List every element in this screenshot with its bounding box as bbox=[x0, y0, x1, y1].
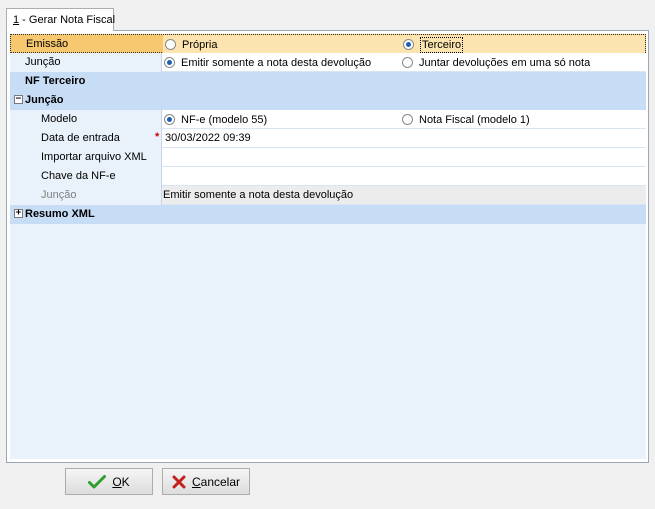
chave-nfe-label: Chave da NF-e bbox=[41, 170, 116, 182]
category-resumo-xml[interactable]: + Resumo XML bbox=[10, 205, 646, 224]
modelo-option-nfe[interactable]: NF-e (modelo 55) bbox=[164, 110, 267, 129]
collapse-icon[interactable]: − bbox=[14, 95, 23, 104]
category-nf-terceiro: NF Terceiro bbox=[10, 72, 646, 91]
tab-label: - Gerar Nota Fiscal bbox=[19, 14, 116, 26]
row-chave-nfe[interactable]: Chave da NF-e bbox=[10, 167, 646, 186]
importar-xml-field[interactable] bbox=[162, 148, 646, 167]
emissao-option-terceiro-label: Terceiro bbox=[420, 36, 464, 53]
radio-checked-icon bbox=[403, 39, 414, 50]
radio-checked-icon bbox=[164, 114, 175, 125]
radio-checked-icon bbox=[164, 57, 175, 68]
cancel-button-label: Cancelar bbox=[192, 475, 240, 489]
ok-label-rest: K bbox=[121, 474, 130, 489]
ok-mnemonic: O bbox=[112, 474, 122, 489]
juncao-readonly-label: Junção bbox=[41, 189, 77, 201]
row-importar-xml[interactable]: Importar arquivo XML bbox=[10, 148, 646, 167]
row-emissao[interactable]: Emissão Própria Terceiro bbox=[10, 34, 646, 54]
ok-button-label: OK bbox=[112, 475, 129, 489]
radio-unchecked-icon bbox=[165, 39, 176, 50]
required-marker: * bbox=[155, 131, 160, 143]
radio-unchecked-icon bbox=[402, 57, 413, 68]
juncao-option-juntar[interactable]: Juntar devoluções em uma só nota bbox=[402, 53, 590, 72]
property-grid: Emissão Própria Terceiro Junção Emitir s… bbox=[10, 34, 646, 459]
modelo-option-nota-fiscal[interactable]: Nota Fiscal (modelo 1) bbox=[402, 110, 530, 129]
check-icon bbox=[88, 474, 107, 488]
juncao-label: Junção bbox=[25, 56, 61, 68]
modelo-label: Modelo bbox=[41, 113, 78, 125]
modelo-option-nfe-label: NF-e (modelo 55) bbox=[181, 113, 268, 126]
chave-nfe-field[interactable] bbox=[162, 167, 646, 186]
expand-icon[interactable]: + bbox=[14, 209, 23, 218]
nf-terceiro-label: NF Terceiro bbox=[25, 75, 86, 87]
category-juncao[interactable]: − Junção bbox=[10, 91, 646, 110]
row-modelo[interactable]: Modelo NF-e (modelo 55) Nota Fiscal (mod… bbox=[10, 110, 646, 129]
ok-button[interactable]: OK bbox=[65, 468, 153, 495]
importar-xml-label: Importar arquivo XML bbox=[41, 151, 147, 163]
radio-unchecked-icon bbox=[402, 114, 413, 125]
data-entrada-value: 30/03/2022 09:39 bbox=[165, 132, 251, 144]
emissao-value: Própria Terceiro bbox=[163, 35, 645, 54]
row-juncao[interactable]: Junção Emitir somente a nota desta devol… bbox=[10, 53, 646, 72]
emissao-option-propria[interactable]: Própria bbox=[165, 35, 217, 54]
data-entrada-field[interactable]: * 30/03/2022 09:39 bbox=[155, 129, 646, 148]
juncao-readonly-value: Emitir somente a nota desta devolução bbox=[163, 189, 354, 201]
cancel-button[interactable]: Cancelar bbox=[162, 468, 250, 495]
juncao-section-label: Junção bbox=[25, 94, 64, 106]
modelo-option-nota-fiscal-label: Nota Fiscal (modelo 1) bbox=[419, 113, 530, 126]
row-data-entrada[interactable]: Data de entrada * 30/03/2022 09:39 bbox=[10, 129, 646, 148]
juncao-readonly-field: Emitir somente a nota desta devolução bbox=[162, 186, 646, 205]
resumo-xml-label: Resumo XML bbox=[25, 208, 95, 220]
row-juncao-readonly: Junção Emitir somente a nota desta devol… bbox=[10, 186, 646, 205]
juncao-option-emitir-label: Emitir somente a nota desta devolução bbox=[181, 56, 372, 69]
cancel-label-rest: ancelar bbox=[200, 474, 241, 489]
emissao-option-terceiro[interactable]: Terceiro bbox=[403, 35, 464, 54]
emissao-option-propria-label: Própria bbox=[182, 38, 218, 51]
juncao-option-juntar-label: Juntar devoluções em uma só nota bbox=[419, 56, 591, 69]
modelo-value: NF-e (modelo 55) Nota Fiscal (modelo 1) bbox=[162, 110, 646, 129]
data-entrada-label: Data de entrada bbox=[41, 132, 120, 144]
cancel-mnemonic: C bbox=[191, 474, 201, 489]
tab-gerar-nota-fiscal[interactable]: 1 - Gerar Nota Fiscal bbox=[6, 8, 116, 31]
juncao-option-emitir[interactable]: Emitir somente a nota desta devolução bbox=[164, 53, 371, 72]
x-icon bbox=[172, 475, 186, 488]
juncao-value: Emitir somente a nota desta devolução Ju… bbox=[162, 53, 646, 72]
emissao-label: Emissão bbox=[26, 38, 69, 50]
tab-panel: Emissão Própria Terceiro Junção Emitir s… bbox=[6, 30, 649, 463]
